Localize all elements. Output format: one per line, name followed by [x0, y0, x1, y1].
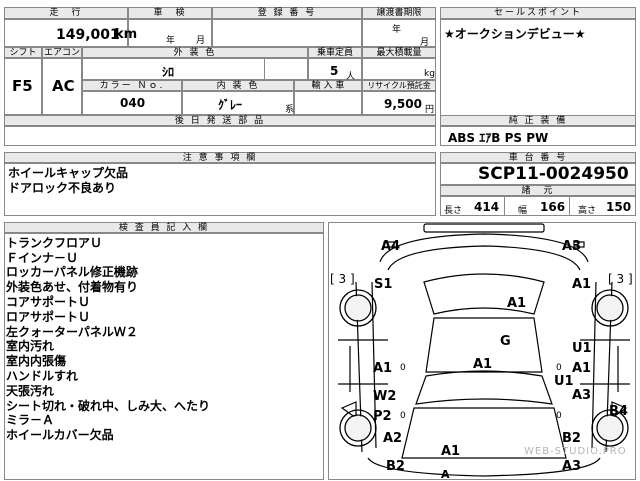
inspection-year-unit: 年	[166, 36, 176, 46]
code-u1-right: U1	[572, 341, 592, 356]
code-a1-right: A1	[572, 361, 592, 376]
chassis-label: 車 台 番 号	[440, 152, 636, 163]
inspector-line-7: 左クォーターパネルＷ２	[6, 325, 138, 339]
code-s1: S1	[374, 277, 393, 292]
inspector-line-6: ロアサポートＵ	[6, 310, 91, 324]
zero-mark-1: 0	[400, 363, 406, 373]
genuine-equipment-value: ABS ｴｱB PS PW	[448, 131, 549, 145]
bracket-right: [ 3 ]	[608, 272, 633, 286]
caution-line-1: ホイールキャップ欠品	[8, 166, 129, 180]
sales-point-label: セールスポイント	[440, 7, 636, 19]
watermark: WEB-STUDIO.PRO	[524, 446, 627, 457]
inspection-label: 車 検	[128, 7, 212, 19]
code-a3-right: A3	[572, 388, 592, 403]
zero-mark-3: 0	[556, 363, 562, 373]
exterior-color-extra-cell	[264, 58, 308, 80]
code-a2: A2	[383, 431, 403, 446]
transfer-year-unit: 年	[392, 25, 402, 35]
aircon-value: AC	[52, 77, 75, 95]
length-label: 長さ	[444, 206, 463, 216]
import-label: 輸 入 車	[294, 80, 362, 91]
code-b2-left: B2	[386, 459, 405, 474]
code-w2: W2	[373, 389, 397, 404]
exterior-color-value: ｼﾛ	[162, 65, 175, 79]
inspection-month-unit: 月	[196, 36, 206, 46]
zero-mark-2: 0	[400, 411, 406, 421]
max-load-label: 最大積載量	[362, 47, 436, 58]
code-a3-top: A3	[562, 239, 582, 254]
inspector-line-2: Ｆインナ－Ｕ	[6, 251, 79, 265]
capacity-value: 5	[330, 64, 339, 78]
code-a-partial: A	[441, 468, 450, 481]
code-a4: A4	[381, 239, 401, 254]
inspector-line-3: ロッカーパネル修正機跡	[6, 265, 138, 279]
interior-color-suffix: 系	[285, 105, 295, 115]
interior-color-label: 内 装 色	[182, 80, 294, 91]
width-value: 166	[540, 200, 566, 214]
code-g: G	[500, 334, 511, 349]
bracket-left: [ 3 ]	[330, 272, 355, 286]
recycle-unit: 円	[425, 105, 435, 115]
height-value: 150	[606, 200, 632, 214]
recycle-value: 9,500	[384, 97, 422, 111]
transfer-deadline-label: 譲渡書期限	[362, 7, 436, 19]
code-b4: B4	[609, 404, 628, 419]
inspector-line-4: 外装色あせ、付着物有り	[6, 280, 139, 294]
genuine-equipment-label: 純 正 装 備	[440, 115, 636, 126]
inspector-line-5: コアサポートＵ	[6, 295, 91, 309]
code-a1-bottom: A1	[441, 444, 461, 459]
height-label: 高さ	[578, 206, 597, 216]
shift-label: シフト	[4, 47, 42, 58]
inspector-line-8: 室内汚れ	[6, 339, 55, 353]
recycle-label: リサイクル預託金	[362, 80, 436, 91]
inspector-line-1: トランクフロアＵ	[6, 236, 103, 250]
inspector-line-13: ミラ－Ａ	[6, 413, 55, 427]
code-u1-center: U1	[554, 374, 574, 389]
code-a1-hood: A1	[473, 357, 493, 372]
code-a1-roof: A1	[507, 296, 527, 311]
inspector-line-9: 室内内張傷	[6, 354, 67, 368]
mileage-value: 149,001	[56, 27, 120, 43]
interior-color-value: ｸﾞﾚｰ	[218, 98, 243, 112]
import-cell	[294, 91, 362, 115]
mileage-label: 走 行	[4, 7, 128, 19]
registration-label: 登 録 番 号	[212, 7, 362, 19]
bracket-right-number: 3	[616, 272, 625, 286]
bracket-left-number: 3	[338, 272, 347, 286]
color-no-label: カラー Ｎｏ.	[82, 80, 182, 91]
code-p2: P2	[373, 409, 392, 424]
code-b2-right: B2	[562, 431, 581, 446]
zero-mark-4: 0	[556, 411, 562, 421]
mileage-unit: km	[115, 27, 138, 42]
dimensions-label: 諸 元	[440, 185, 636, 196]
length-value: 414	[474, 200, 500, 214]
later-parts-label: 後 日 発 送 部 品	[4, 115, 436, 126]
inspector-line-12: シート切れ・破れ中、しみ大、へたり	[6, 399, 211, 413]
color-no-value: 040	[120, 96, 146, 110]
caution-label: 注 意 事 項 欄	[4, 152, 436, 163]
sales-point-text: ★オークションデビュー★	[444, 27, 586, 41]
registration-cell	[212, 19, 362, 47]
aircon-label: エアコン	[42, 47, 82, 58]
later-parts-cell	[4, 126, 436, 146]
capacity-label: 乗車定員	[308, 47, 362, 58]
code-a3-bottom: A3	[562, 459, 582, 474]
inspector-line-10: ハンドルすれ	[6, 369, 79, 383]
inspector-line-11: 天張汚れ	[6, 384, 55, 398]
max-load-unit: kg	[424, 69, 435, 79]
inspector-line-14: ホイールカバー欠品	[6, 428, 114, 442]
code-a1-front-right: A1	[572, 277, 592, 292]
chassis-value: SCP11-0024950	[478, 164, 629, 184]
caution-line-2: ドアロック不良あり	[8, 181, 117, 195]
exterior-color-label: 外 装 色	[82, 47, 308, 58]
inspector-label: 検 査 員 記 入 欄	[4, 222, 324, 233]
shift-value: F5	[12, 77, 33, 95]
code-a1-left: A1	[373, 361, 393, 376]
width-label: 幅	[518, 206, 528, 216]
